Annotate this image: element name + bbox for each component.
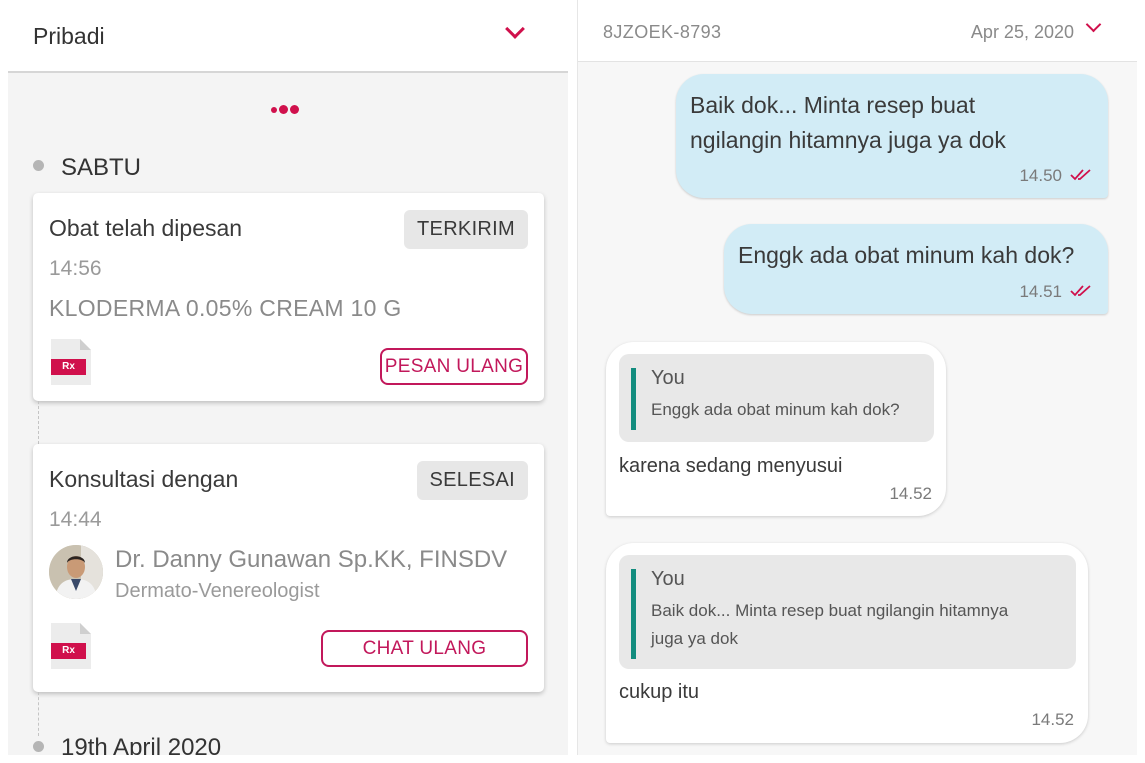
message-line: Baik dok... Minta resep buat bbox=[690, 92, 976, 118]
timeline-connector bbox=[38, 401, 39, 444]
quote-text: juga ya dok bbox=[651, 629, 738, 648]
section-label: SABTU bbox=[61, 154, 142, 181]
message-time: 14.51 bbox=[1019, 282, 1062, 301]
message-text: karena sedang menyusui bbox=[619, 455, 843, 477]
rx-document-icon[interactable]: Rx bbox=[51, 339, 91, 385]
quote-bar bbox=[631, 368, 636, 430]
outgoing-message[interactable]: Enggk ada obat minum kah dok? 14.51 bbox=[724, 224, 1108, 314]
quoted-message[interactable]: You Baik dok... Minta resep buat ngilang… bbox=[619, 555, 1076, 669]
avatar bbox=[49, 545, 103, 599]
chevron-down-icon[interactable] bbox=[505, 19, 525, 39]
incoming-message[interactable]: You Baik dok... Minta resep buat ngilang… bbox=[606, 543, 1088, 743]
message-line: ngilangin hitamnya juga ya dok bbox=[690, 127, 1006, 153]
chevron-down-icon[interactable] bbox=[1085, 16, 1102, 33]
card-title: Konsultasi dengan bbox=[49, 466, 239, 492]
card-time: 14:56 bbox=[49, 257, 102, 280]
timeline-dot bbox=[33, 160, 44, 171]
history-panel: Pribadi SABTU Obat telah dipesan TERKIRI… bbox=[8, 0, 568, 755]
message-line: Enggk ada obat minum kah dok? bbox=[738, 242, 1075, 268]
quote-text: Enggk ada obat minum kah dok? bbox=[651, 400, 900, 419]
order-card: Obat telah dipesan TERKIRIM 14:56 KLODER… bbox=[33, 193, 544, 401]
message-time: 14.50 bbox=[1019, 166, 1062, 185]
chat-again-button[interactable]: CHAT ULANG bbox=[321, 630, 528, 667]
rx-document-icon[interactable]: Rx bbox=[51, 623, 91, 669]
quote-author: You bbox=[651, 568, 685, 590]
rx-label: Rx bbox=[51, 643, 86, 659]
rx-label: Rx bbox=[51, 359, 86, 375]
card-title: Obat telah dipesan bbox=[49, 215, 243, 241]
dots-icon[interactable] bbox=[271, 101, 301, 119]
category-dropdown[interactable]: Pribadi bbox=[8, 0, 568, 73]
session-code: 8JZOEK-8793 bbox=[603, 22, 722, 42]
message-time: 14.52 bbox=[889, 484, 932, 503]
outgoing-message[interactable]: Baik dok... Minta resep buat ngilangin h… bbox=[676, 74, 1108, 198]
timeline-dot bbox=[33, 741, 44, 752]
chat-header[interactable]: 8JZOEK-8793 Apr 25, 2020 bbox=[578, 0, 1137, 62]
quote-text: Baik dok... Minta resep buat ngilangin h… bbox=[651, 601, 1009, 620]
panel-divider bbox=[568, 0, 577, 763]
doctor-name: Dr. Danny Gunawan Sp.KK, FINSDV bbox=[115, 546, 508, 573]
session-date: Apr 25, 2020 bbox=[970, 22, 1074, 42]
quoted-message[interactable]: You Enggk ada obat minum kah dok? bbox=[619, 354, 934, 442]
timeline-connector bbox=[38, 692, 39, 736]
double-check-icon bbox=[1070, 285, 1091, 297]
status-badge: TERKIRIM bbox=[404, 210, 528, 249]
quote-bar bbox=[631, 569, 636, 659]
card-time: 14:44 bbox=[49, 508, 102, 531]
incoming-message[interactable]: You Enggk ada obat minum kah dok? karena… bbox=[606, 342, 946, 516]
consultation-card: Konsultasi dengan SELESAI 14:44 Dr. Dann… bbox=[33, 444, 544, 692]
status-badge: SELESAI bbox=[416, 461, 528, 500]
quote-author: You bbox=[651, 367, 685, 389]
doctor-specialty: Dermato-Venereologist bbox=[115, 580, 320, 602]
chat-panel: 8JZOEK-8793 Apr 25, 2020 Baik dok... Min… bbox=[577, 0, 1137, 755]
message-text: cukup itu bbox=[619, 681, 700, 703]
section-label: 19th April 2020 bbox=[61, 734, 222, 755]
message-time: 14.52 bbox=[1031, 710, 1074, 729]
category-title: Pribadi bbox=[33, 23, 105, 49]
reorder-button[interactable]: PESAN ULANG bbox=[380, 348, 528, 385]
double-check-icon bbox=[1070, 169, 1091, 181]
drug-name: KLODERMA 0.05% CREAM 10 G bbox=[49, 295, 402, 321]
